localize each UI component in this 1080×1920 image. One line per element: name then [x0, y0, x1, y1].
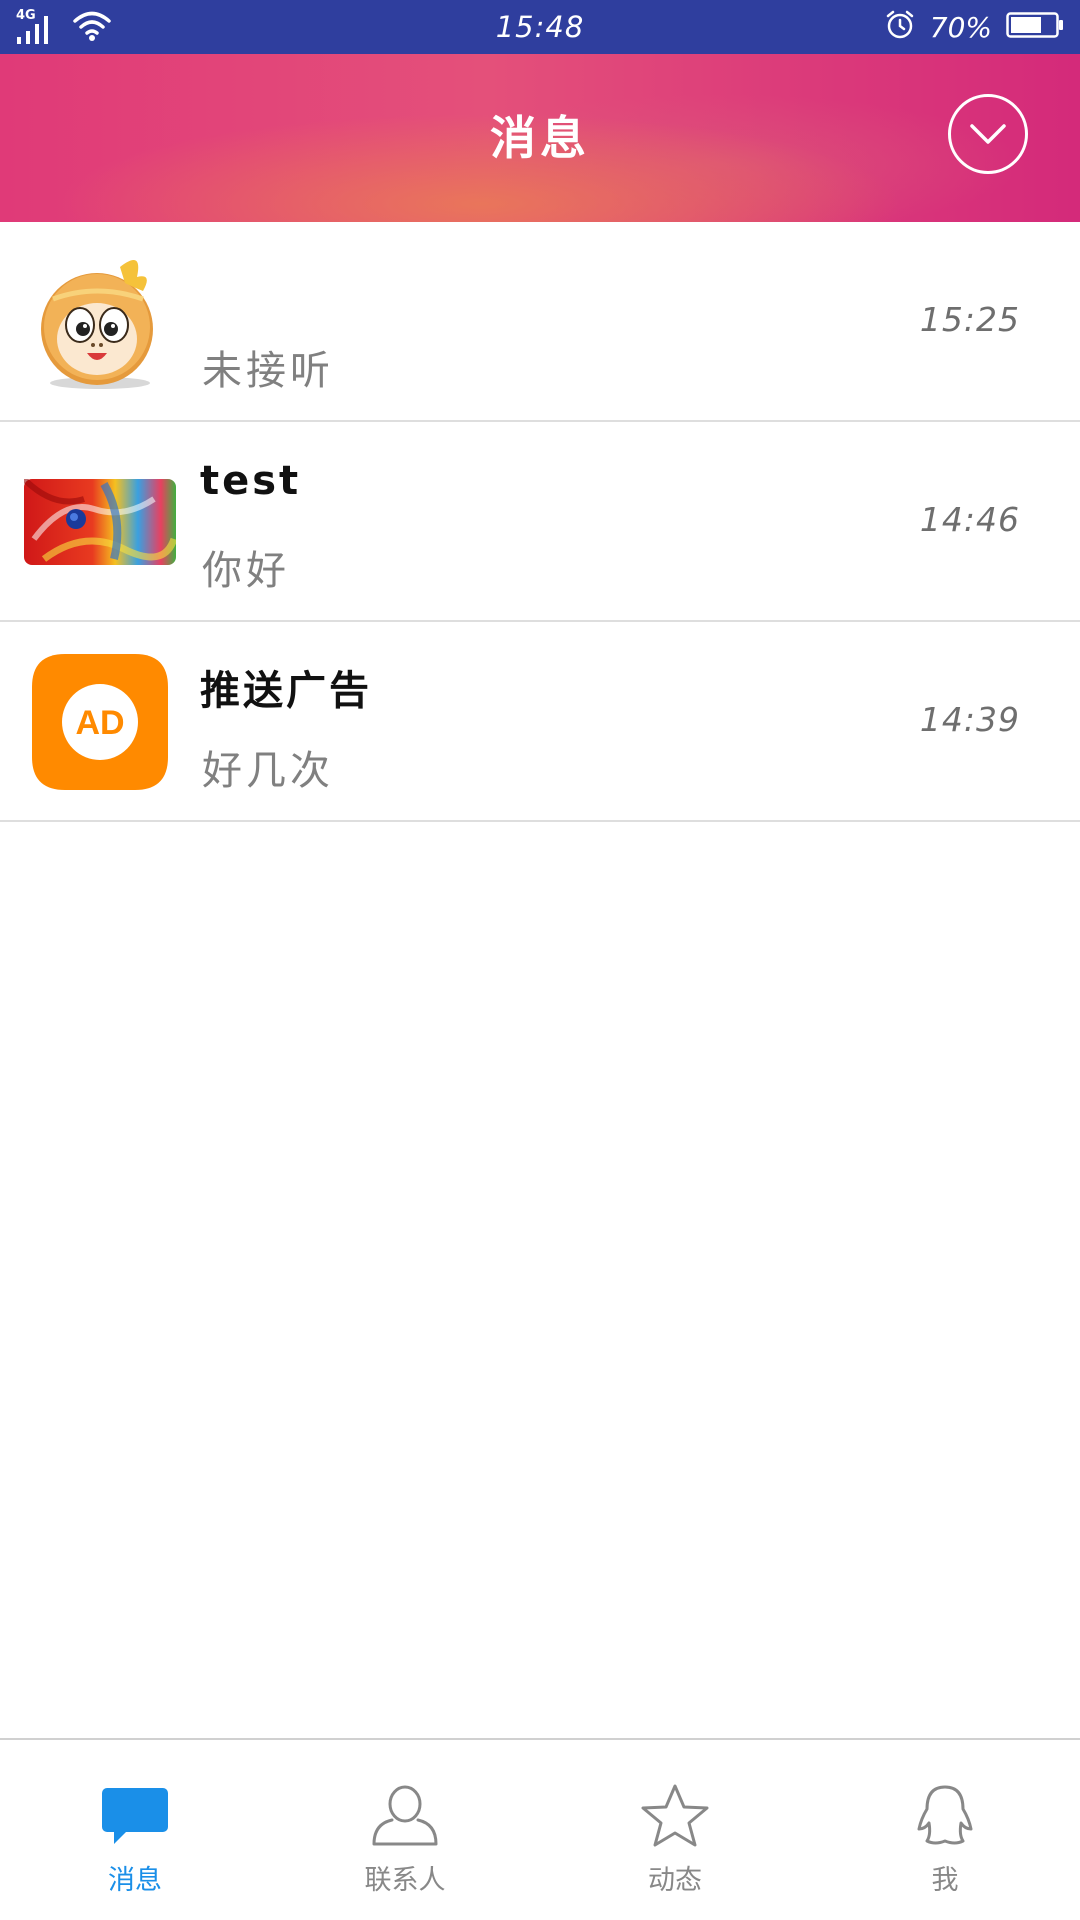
app-header: 消息: [0, 54, 1080, 222]
monkey-avatar-icon: [22, 244, 178, 400]
chevron-down-icon: [970, 124, 1006, 144]
paint-avatar-icon: [22, 444, 178, 600]
chat-bubble-icon: [95, 1782, 175, 1848]
tab-label: 动态: [648, 1865, 702, 1896]
messages-screen: 4G 15:48 70% 消息 未接听 15:25 test 你好 14:46 …: [0, 0, 1080, 1920]
tab-contacts[interactable]: 联系人: [270, 1740, 540, 1920]
page-title: 消息: [490, 111, 590, 165]
conversation-row[interactable]: test 你好 14:46: [0, 422, 1080, 622]
status-bar: 4G 15:48 70%: [0, 0, 1080, 54]
tab-messages[interactable]: 消息: [0, 1740, 270, 1920]
star-icon: [635, 1782, 715, 1848]
battery-percent: 70%: [929, 10, 992, 44]
status-right-group: 70%: [884, 0, 1064, 54]
battery-icon: [1006, 11, 1064, 43]
ad-avatar-text: AD: [75, 704, 124, 742]
tab-moments[interactable]: 动态: [540, 1740, 810, 1920]
conversation-name: test: [200, 458, 302, 504]
conversation-name: 推送广告: [200, 668, 372, 714]
ad-avatar-icon: AD: [22, 644, 178, 800]
person-icon: [365, 1782, 445, 1848]
conversation-time: 14:39: [919, 700, 1020, 739]
conversation-row[interactable]: 未接听 15:25: [0, 222, 1080, 422]
conversation-preview: 未接听: [202, 348, 334, 394]
conversation-preview: 好几次: [202, 748, 334, 794]
tab-label: 我: [931, 1865, 959, 1896]
conversation-preview: 你好: [202, 548, 290, 594]
tab-label: 联系人: [364, 1865, 446, 1896]
penguin-icon: [905, 1782, 985, 1848]
tab-me[interactable]: 我: [810, 1740, 1080, 1920]
tab-label: 消息: [108, 1865, 162, 1896]
dropdown-button[interactable]: [948, 94, 1028, 174]
alarm-icon: [884, 9, 916, 45]
conversation-row[interactable]: AD 推送广告 好几次 14:39: [0, 622, 1080, 822]
conversation-time: 14:46: [919, 500, 1020, 539]
bottom-tab-bar: 消息 联系人 动态 我: [0, 1738, 1080, 1920]
conversation-time: 15:25: [919, 300, 1020, 339]
conversation-list: 未接听 15:25 test 你好 14:46 AD 推送广告 好几次 14:3…: [0, 222, 1080, 822]
